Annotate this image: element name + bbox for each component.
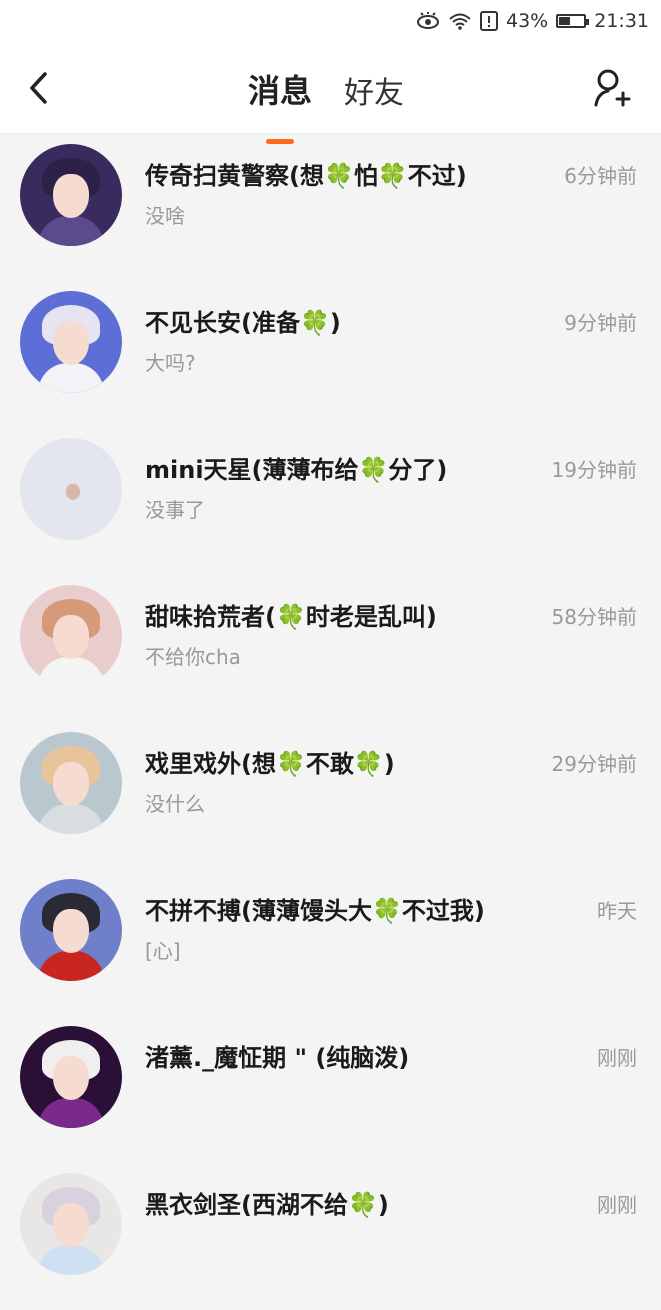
list-item[interactable]: 传奇扫黄警察(想🍀怕🍀不过) 没啥 6分钟前: [0, 134, 661, 281]
list-item[interactable]: 黑衣剑圣(西湖不给🍀) 刚刚: [0, 1163, 661, 1310]
chevron-left-icon: [30, 72, 47, 104]
avatar[interactable]: [20, 1173, 122, 1275]
list-item[interactable]: 甜味拾荒者(🍀时老是乱叫) 不给你cha 58分钟前: [0, 575, 661, 722]
list-item[interactable]: 不拼不搏(薄薄馒头大🍀不过我) [心] 昨天: [0, 869, 661, 1016]
contact-name: 不拼不搏(薄薄馒头大🍀不过我): [145, 897, 485, 925]
add-friend-button[interactable]: [589, 64, 635, 112]
status-bar: 43% 21:31: [0, 0, 661, 42]
alert-icon: [480, 11, 498, 31]
contact-name: 传奇扫黄警察(想🍀怕🍀不过): [145, 162, 467, 190]
timestamp: 58分钟前: [551, 605, 637, 629]
timestamp: 9分钟前: [564, 311, 637, 335]
tab-friends[interactable]: 好友: [344, 68, 404, 112]
avatar[interactable]: [20, 1026, 122, 1128]
list-item[interactable]: 戏里戏外(想🍀不敢🍀) 没什么 29分钟前: [0, 722, 661, 869]
contact-name: 渚薰._魔怔期 " (纯脑泼): [145, 1044, 410, 1072]
contact-name: 黑衣剑圣(西湖不给🍀): [145, 1191, 389, 1219]
clock: 21:31: [594, 10, 649, 32]
contact-name: 不见长安(准备🍀): [145, 309, 341, 337]
contact-name: 甜味拾荒者(🍀时老是乱叫): [145, 603, 437, 631]
message-preview: 没啥: [145, 204, 185, 228]
header: 消息 好友: [0, 42, 661, 134]
timestamp: 6分钟前: [564, 164, 637, 188]
timestamp: 刚刚: [597, 1046, 637, 1070]
list-item[interactable]: mini天星(薄薄布给🍀分了) 没事了 19分钟前: [0, 428, 661, 575]
message-list: 传奇扫黄警察(想🍀怕🍀不过) 没啥 6分钟前 不见长安(准备🍀) 大吗? 9分钟…: [0, 134, 661, 1310]
avatar[interactable]: [20, 732, 122, 834]
timestamp: 19分钟前: [551, 458, 637, 482]
timestamp: 刚刚: [597, 1193, 637, 1217]
message-preview: [心]: [145, 939, 181, 963]
timestamp: 29分钟前: [551, 752, 637, 776]
add-user-icon: [594, 69, 631, 107]
tab-bar: 消息 好友: [248, 66, 436, 112]
tab-messages[interactable]: 消息: [248, 66, 312, 112]
timestamp: 昨天: [597, 899, 637, 923]
list-item[interactable]: 不见长安(准备🍀) 大吗? 9分钟前: [0, 281, 661, 428]
avatar[interactable]: [20, 438, 122, 540]
message-preview: 没什么: [145, 792, 205, 816]
avatar[interactable]: [20, 879, 122, 981]
battery-percent: 43%: [506, 10, 549, 32]
back-button[interactable]: [20, 66, 56, 110]
message-preview: 大吗?: [145, 351, 196, 375]
eye-icon: [416, 12, 440, 30]
message-preview: 没事了: [145, 498, 205, 522]
avatar[interactable]: [20, 144, 122, 246]
battery-icon: [556, 14, 590, 28]
avatar[interactable]: [20, 585, 122, 687]
message-preview: 不给你cha: [145, 645, 241, 669]
wifi-icon: [448, 12, 472, 30]
list-item[interactable]: 渚薰._魔怔期 " (纯脑泼) 刚刚: [0, 1016, 661, 1163]
contact-name: mini天星(薄薄布给🍀分了): [145, 456, 448, 484]
contact-name: 戏里戏外(想🍀不敢🍀): [145, 750, 395, 778]
avatar[interactable]: [20, 291, 122, 393]
